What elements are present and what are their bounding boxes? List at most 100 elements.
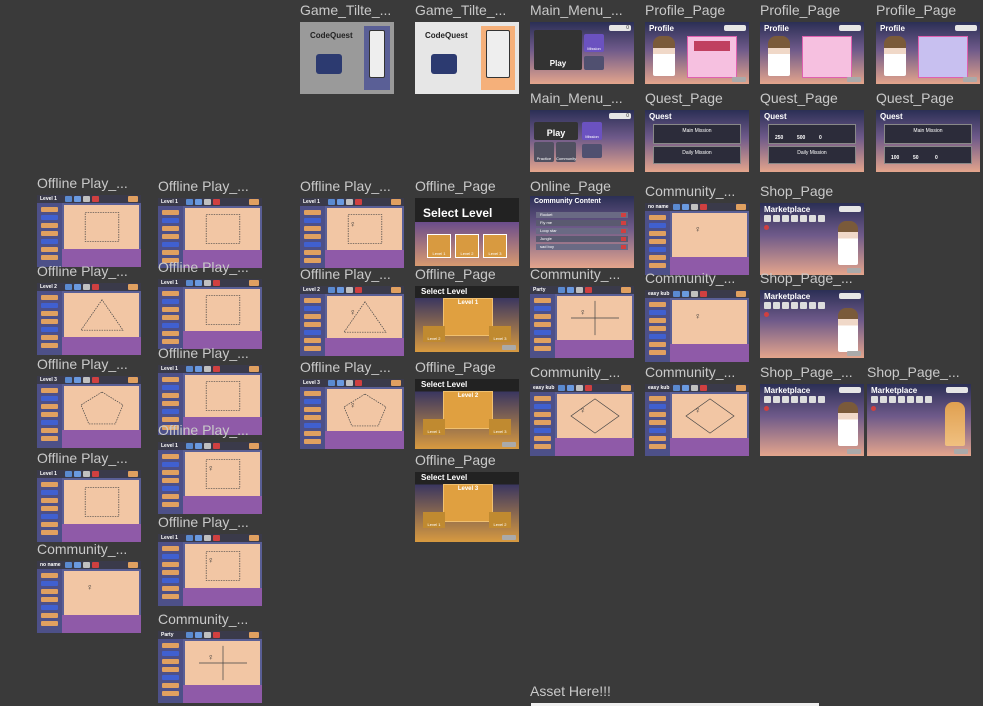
run-button[interactable] <box>328 287 335 293</box>
code-block[interactable] <box>41 311 58 316</box>
code-block[interactable] <box>41 436 58 441</box>
code-block[interactable] <box>162 683 179 688</box>
back-button[interactable] <box>249 366 259 372</box>
back-button[interactable] <box>502 535 516 540</box>
code-block[interactable] <box>162 401 179 406</box>
code-block[interactable] <box>41 343 58 348</box>
level-card[interactable]: Level 3 <box>489 326 511 342</box>
back-button[interactable] <box>736 204 746 210</box>
frame-mainmenu2[interactable]: 0 Play Mission Practice Community <box>530 110 634 172</box>
step-button[interactable] <box>74 377 81 383</box>
run-button[interactable] <box>328 199 335 205</box>
frame-title[interactable]: Main_Menu_... <box>530 90 623 106</box>
frame-game[interactable]: Level 1 ♀ <box>158 442 262 514</box>
shop-item[interactable] <box>791 302 798 309</box>
frame-profile[interactable]: Profile <box>876 22 980 84</box>
frame-quest3[interactable]: Quest Main Mission 100 50 0 <box>876 110 980 172</box>
shop-item[interactable] <box>800 396 807 403</box>
code-block[interactable] <box>41 295 58 300</box>
code-block[interactable] <box>162 691 179 696</box>
code-block[interactable] <box>162 250 179 255</box>
code-block[interactable] <box>41 404 58 409</box>
frame-title[interactable]: Community_... <box>530 364 620 380</box>
shop-item[interactable] <box>773 302 780 309</box>
code-block[interactable] <box>41 215 58 220</box>
reset-button[interactable] <box>204 280 211 286</box>
code-block[interactable] <box>162 299 179 304</box>
frame-title[interactable]: Offline Play_... <box>37 450 128 466</box>
frame-title[interactable]: Community_... <box>530 266 620 282</box>
code-block[interactable] <box>162 643 179 648</box>
frame-title[interactable]: Profile_Page <box>760 2 840 18</box>
shop-item[interactable] <box>889 396 896 403</box>
code-block[interactable] <box>304 439 321 444</box>
frame-title[interactable]: Offline Play_... <box>158 422 249 438</box>
code-block[interactable] <box>41 428 58 433</box>
back-button[interactable] <box>736 385 746 391</box>
shop-item[interactable] <box>898 396 905 403</box>
table-row[interactable]: Loop star <box>536 228 628 234</box>
code-block[interactable] <box>649 436 666 441</box>
back-button[interactable] <box>128 284 138 290</box>
frame-title[interactable]: Quest_Page <box>876 90 954 106</box>
frame-title[interactable]: Community_... <box>37 541 127 557</box>
frame-title[interactable]: Offline Play_... <box>37 356 128 372</box>
code-block[interactable] <box>41 490 58 495</box>
frame-game[interactable]: Party ♀ <box>530 286 634 358</box>
step-button[interactable] <box>195 366 202 372</box>
level-card[interactable]: Level 1 <box>427 234 451 258</box>
close-button[interactable] <box>92 377 99 383</box>
shop-item[interactable] <box>809 396 816 403</box>
shop-item[interactable] <box>791 396 798 403</box>
back-button[interactable] <box>391 199 401 205</box>
run-button[interactable] <box>65 471 72 477</box>
step-button[interactable] <box>74 196 81 202</box>
step-button[interactable] <box>195 535 202 541</box>
run-button[interactable] <box>186 280 193 286</box>
frame-sel2[interactable]: Select Level Level 2 Level 1 Level 3 <box>415 379 519 449</box>
frame-shop[interactable]: Marketplace <box>760 290 864 358</box>
drawing-canvas[interactable] <box>185 208 260 250</box>
code-block[interactable] <box>162 234 179 239</box>
code-block[interactable] <box>649 318 666 323</box>
run-button[interactable] <box>65 196 72 202</box>
shop-item[interactable] <box>925 396 932 403</box>
frame-title[interactable]: Offline Play_... <box>158 178 249 194</box>
code-block[interactable] <box>534 314 551 319</box>
code-block[interactable] <box>162 470 179 475</box>
reset-button[interactable] <box>204 366 211 372</box>
code-block[interactable] <box>649 239 666 244</box>
code-block[interactable] <box>41 573 58 578</box>
run-button[interactable] <box>673 385 680 391</box>
back-button[interactable] <box>249 535 259 541</box>
frame-game[interactable]: Level 2 <box>37 283 141 355</box>
frame-title[interactable]: Shop_Page_... <box>760 270 853 286</box>
code-block[interactable] <box>41 613 58 618</box>
shop-item[interactable] <box>764 215 771 222</box>
frame-title[interactable]: Offline Play_... <box>300 178 391 194</box>
code-block[interactable] <box>41 420 58 425</box>
code-block[interactable] <box>304 258 321 263</box>
drawing-canvas[interactable]: ♀ <box>672 394 747 438</box>
code-block[interactable] <box>304 218 321 223</box>
step-button[interactable] <box>567 385 574 391</box>
code-block[interactable] <box>649 263 666 268</box>
code-block[interactable] <box>649 302 666 307</box>
back-button[interactable] <box>249 632 259 638</box>
drawing-canvas[interactable] <box>64 205 139 249</box>
back-button[interactable] <box>502 442 516 447</box>
back-button[interactable] <box>621 385 631 391</box>
reset-button[interactable] <box>83 284 90 290</box>
code-block[interactable] <box>304 306 321 311</box>
code-block[interactable] <box>41 319 58 324</box>
code-block[interactable] <box>41 412 58 417</box>
code-block[interactable] <box>162 409 179 414</box>
code-block[interactable] <box>162 594 179 599</box>
selected-level-card[interactable]: Level 2 <box>443 391 493 429</box>
frame-title[interactable]: Community_... <box>645 364 735 380</box>
frame-game[interactable]: Level 1 <box>158 198 262 268</box>
back-button[interactable] <box>128 377 138 383</box>
code-block[interactable] <box>162 385 179 390</box>
step-button[interactable] <box>74 284 81 290</box>
code-block[interactable] <box>41 605 58 610</box>
